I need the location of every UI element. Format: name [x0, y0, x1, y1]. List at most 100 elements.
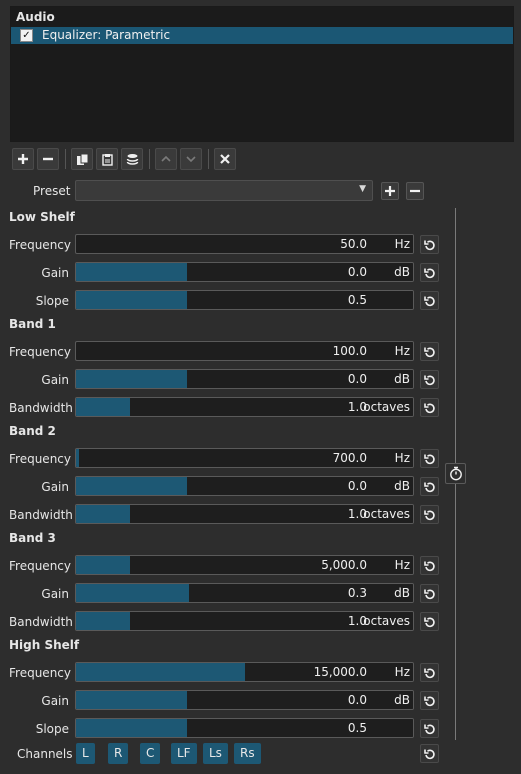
reset-bandwidth-button[interactable] — [420, 398, 439, 417]
param-slider-frequency[interactable]: 50.0 Hz — [75, 234, 414, 254]
param-unit: Hz — [394, 237, 410, 251]
value-spinbox[interactable]: 0.0 dB — [300, 370, 413, 388]
param-slider-bandwidth[interactable]: 1.0 octaves — [75, 397, 414, 417]
reset-frequency-button[interactable] — [420, 449, 439, 468]
filter-item[interactable]: ✓ Equalizer: Parametric — [11, 27, 513, 44]
reset-channels-button[interactable] — [420, 744, 439, 763]
slider-fill — [76, 291, 188, 309]
param-unit: Hz — [394, 451, 410, 465]
group-header: Low Shelf — [9, 210, 75, 224]
group-header: Band 1 — [9, 317, 56, 331]
slider-fill — [76, 556, 130, 574]
param-label-slope: Slope — [35, 294, 69, 308]
param-slider-frequency[interactable]: 100.0 Hz — [75, 341, 414, 361]
dropdown-arrow-icon: ▼ — [359, 184, 366, 194]
undo-icon — [423, 454, 435, 464]
param-value: 0.3 — [347, 586, 367, 600]
filter-enabled-checkbox[interactable]: ✓ — [20, 29, 33, 42]
channel-button-ls[interactable]: Ls — [203, 743, 228, 764]
reset-slope-button[interactable] — [420, 291, 439, 310]
value-spinbox[interactable]: 1.0 octaves — [300, 398, 413, 416]
channel-button-rs[interactable]: Rs — [234, 743, 261, 764]
reset-bandwidth-button[interactable] — [420, 505, 439, 524]
param-slider-slope[interactable]: 0.5 — [75, 290, 414, 310]
reset-gain-button[interactable] — [420, 263, 439, 282]
value-spinbox[interactable]: 0.0 dB — [300, 477, 413, 495]
value-spinbox[interactable]: 15,000.0 Hz — [300, 663, 413, 681]
value-spinbox[interactable]: 700.0 Hz — [300, 449, 413, 467]
reset-frequency-button[interactable] — [420, 556, 439, 575]
param-slider-bandwidth[interactable]: 1.0 octaves — [75, 611, 414, 631]
reset-gain-button[interactable] — [420, 584, 439, 603]
chevron-up-icon — [161, 155, 171, 162]
save-filter-set-button[interactable] — [121, 148, 143, 170]
undo-icon — [423, 696, 435, 706]
channels-label: Channels — [17, 747, 73, 761]
value-spinbox[interactable]: 0.0 dB — [300, 691, 413, 709]
param-slider-gain[interactable]: 0.0 dB — [75, 369, 414, 389]
toolbar-divider — [65, 149, 66, 169]
channel-button-r[interactable]: R — [108, 743, 129, 764]
slider-fill — [76, 663, 245, 681]
channel-button-c[interactable]: C — [140, 743, 161, 764]
param-unit: octaves — [363, 507, 410, 521]
stopwatch-icon — [449, 466, 462, 481]
undo-icon — [423, 589, 435, 599]
reset-gain-button[interactable] — [420, 691, 439, 710]
undo-icon — [423, 240, 435, 250]
channel-button-l[interactable]: L — [76, 743, 95, 764]
slider-fill — [76, 691, 188, 709]
reset-frequency-button[interactable] — [420, 663, 439, 682]
value-spinbox[interactable]: 0.5 — [300, 291, 413, 309]
reset-frequency-button[interactable] — [420, 342, 439, 361]
value-spinbox[interactable]: 1.0 octaves — [300, 505, 413, 523]
param-slider-frequency[interactable]: 5,000.0 Hz — [75, 555, 414, 575]
param-value: 100.0 — [332, 344, 367, 358]
copy-icon — [76, 153, 88, 165]
param-label-gain: Gain — [41, 373, 69, 387]
param-slider-gain[interactable]: 0.3 dB — [75, 583, 414, 603]
value-spinbox[interactable]: 0.5 — [300, 719, 413, 737]
reset-frequency-button[interactable] — [420, 235, 439, 254]
value-spinbox[interactable]: 100.0 Hz — [300, 342, 413, 360]
value-spinbox[interactable]: 1.0 octaves — [300, 612, 413, 630]
param-unit: dB — [394, 372, 410, 386]
undo-icon — [423, 375, 435, 385]
param-unit: dB — [394, 693, 410, 707]
param-label-bandwidth: Bandwidth — [9, 401, 73, 415]
param-slider-gain[interactable]: 0.0 dB — [75, 690, 414, 710]
param-slider-gain[interactable]: 0.0 dB — [75, 262, 414, 282]
param-slider-gain[interactable]: 0.0 dB — [75, 476, 414, 496]
remove-preset-button[interactable] — [406, 182, 424, 200]
deselect-filter-button[interactable] — [214, 148, 236, 170]
value-spinbox[interactable]: 0.3 dB — [300, 584, 413, 602]
value-spinbox[interactable]: 0.0 dB — [300, 263, 413, 281]
undo-icon — [423, 347, 435, 357]
panel-title: Audio — [16, 10, 55, 24]
param-slider-frequency[interactable]: 700.0 Hz — [75, 448, 414, 468]
remove-filter-button[interactable] — [37, 148, 59, 170]
keyframes-button[interactable] — [445, 463, 466, 484]
param-value: 0.0 — [347, 265, 367, 279]
param-slider-frequency[interactable]: 15,000.0 Hz — [75, 662, 414, 682]
reset-gain-button[interactable] — [420, 370, 439, 389]
move-up-button[interactable] — [155, 148, 177, 170]
undo-icon — [423, 403, 435, 413]
undo-icon — [423, 724, 435, 734]
copy-filter-button[interactable] — [71, 148, 93, 170]
add-preset-button[interactable] — [381, 182, 399, 200]
move-down-button[interactable] — [180, 148, 202, 170]
preset-select[interactable]: ▼ — [75, 180, 373, 201]
param-label-gain: Gain — [41, 266, 69, 280]
paste-filter-button[interactable] — [96, 148, 118, 170]
add-filter-button[interactable] — [12, 148, 34, 170]
reset-bandwidth-button[interactable] — [420, 612, 439, 631]
channel-button-lf[interactable]: LF — [171, 743, 197, 764]
value-spinbox[interactable]: 5,000.0 Hz — [300, 556, 413, 574]
param-slider-slope[interactable]: 0.5 — [75, 718, 414, 738]
param-label-frequency: Frequency — [9, 238, 71, 252]
param-slider-bandwidth[interactable]: 1.0 octaves — [75, 504, 414, 524]
reset-gain-button[interactable] — [420, 477, 439, 496]
value-spinbox[interactable]: 50.0 Hz — [300, 235, 413, 253]
reset-slope-button[interactable] — [420, 719, 439, 738]
